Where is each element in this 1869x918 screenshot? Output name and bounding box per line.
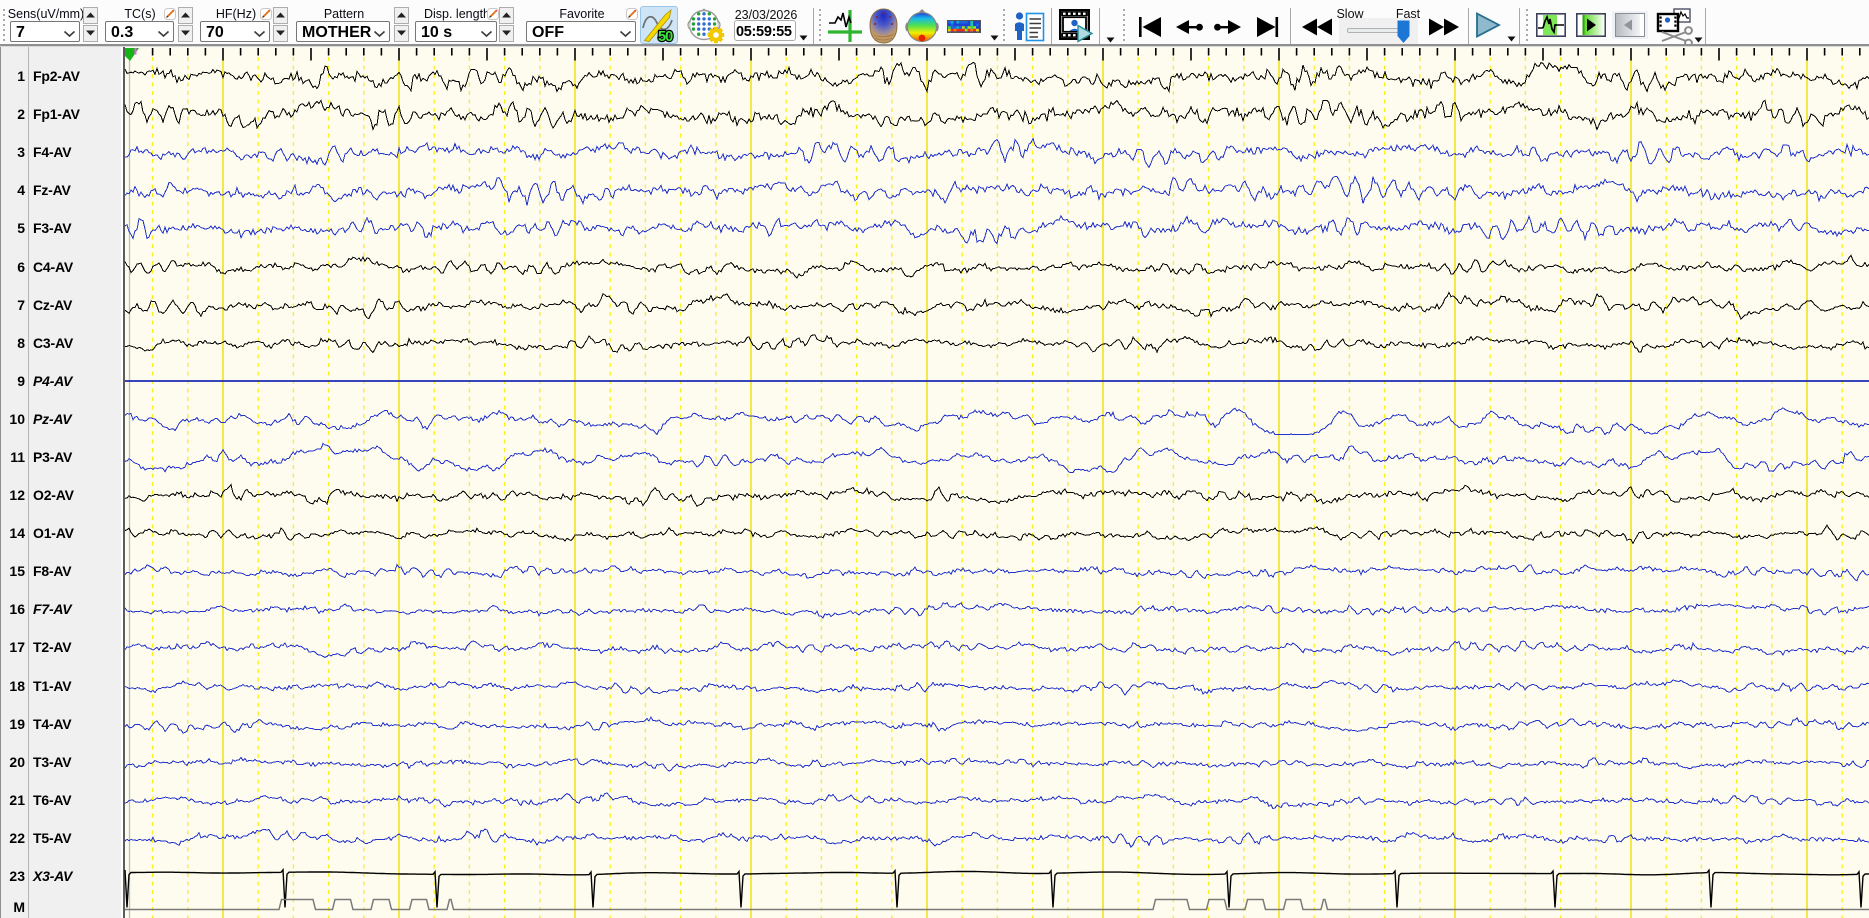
svg-text:50: 50 xyxy=(658,29,673,43)
